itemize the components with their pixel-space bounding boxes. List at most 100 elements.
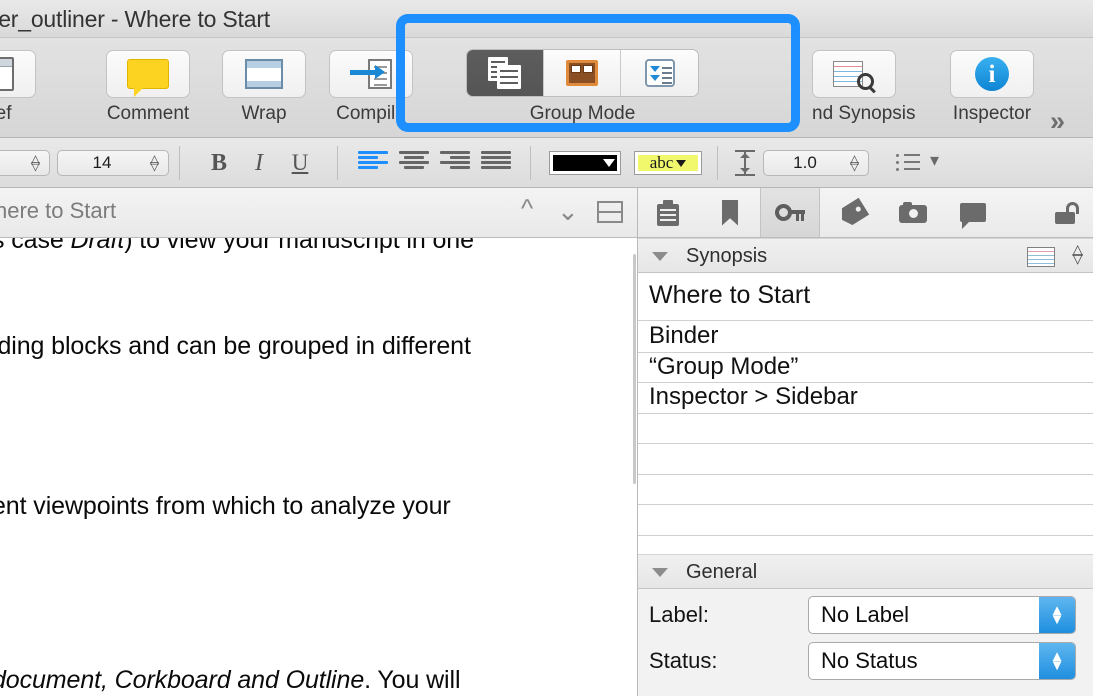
inspector-tab-metadata[interactable]	[760, 188, 820, 237]
inspector-tab-bookmarks[interactable]	[700, 188, 760, 237]
synopsis-text-line: Binder	[649, 322, 719, 349]
toolbar-item-inspector[interactable]: i Inspector	[950, 50, 1034, 125]
comment-bubble-icon	[960, 203, 986, 229]
align-justify-icon	[481, 151, 511, 171]
quickref-icon	[0, 57, 14, 91]
document-text-line: lding blocks and can be grouped in diffe…	[0, 332, 471, 360]
font-family-stepper-arrows[interactable]: △ ▽	[27, 153, 44, 173]
toolbar-item-find-synopsis[interactable]: nd Synopsis	[812, 50, 916, 125]
disclosure-triangle-icon[interactable]	[652, 568, 668, 577]
segment-outliner-view[interactable]	[621, 50, 698, 96]
index-card-icon[interactable]	[1027, 247, 1055, 267]
chevron-down-icon	[603, 159, 615, 167]
status-popup-button[interactable]: No Status ▲ ▼	[808, 642, 1076, 680]
segment-document-view[interactable]	[467, 50, 544, 96]
wrap-label: Wrap	[241, 103, 287, 124]
line-spacing-stepper[interactable]: 1.0 △ ▽	[763, 150, 869, 176]
document-text-line: document, Corkboard and Outline. You wil…	[0, 666, 461, 694]
compile-icon	[350, 59, 392, 89]
document-text-line: ent viewpoints from which to analyze you…	[0, 492, 451, 520]
inspector-tab-keywords[interactable]	[823, 188, 883, 237]
window-titlebar: ter_outliner - Where to Start	[0, 0, 1093, 38]
bullet-list-icon[interactable]	[896, 153, 920, 173]
label-popup-arrows[interactable]: ▲ ▼	[1039, 597, 1075, 633]
synopsis-text-area[interactable]: Binder “Group Mode” Inspector > Sidebar	[638, 321, 1093, 554]
line-spacing-stepper-arrows[interactable]: △ ▽	[846, 153, 863, 173]
disclosure-triangle-icon[interactable]	[652, 252, 668, 261]
outliner-icon	[644, 59, 675, 87]
font-size-stepper[interactable]: 14 △ ▽	[57, 150, 169, 176]
search-icon	[857, 73, 874, 90]
format-bar: △ ▽ 14 △ ▽ B I U abc 1.0 △ ▽ ▾	[0, 138, 1093, 188]
corkboard-icon	[566, 60, 598, 86]
underline-button[interactable]: U	[286, 149, 314, 177]
info-icon: i	[975, 57, 1009, 91]
inspector-label: Inspector	[952, 103, 1032, 124]
synopsis-rule-line	[638, 413, 1093, 414]
lock-icon	[1053, 201, 1079, 224]
label-popup-button[interactable]: No Label ▲ ▼	[808, 596, 1076, 634]
synopsis-rule-line	[638, 535, 1093, 536]
inspector-lock-toggle[interactable]	[1036, 188, 1093, 237]
format-divider-4	[717, 146, 718, 180]
bold-button[interactable]: B	[205, 149, 233, 177]
align-justify-button[interactable]	[481, 151, 511, 171]
highlight-color-swatch[interactable]: abc	[634, 151, 702, 175]
document-text-line: s case Draft) to view your manuscript in…	[0, 238, 474, 254]
notes-icon	[657, 199, 679, 226]
synopsis-section-header[interactable]: Synopsis △ ▽	[638, 238, 1093, 273]
synopsis-rule-line	[638, 443, 1093, 444]
wrap-button[interactable]	[222, 50, 306, 98]
comment-icon	[127, 59, 169, 97]
compile-button[interactable]	[329, 50, 413, 98]
inspector-button[interactable]: i	[950, 50, 1034, 98]
group-mode-label: Group Mode	[529, 103, 636, 124]
window-title: ter_outliner - Where to Start	[0, 6, 270, 32]
quickref-label: kRef	[0, 103, 12, 124]
align-right-icon	[440, 151, 470, 171]
find-synopsis-icon	[833, 59, 875, 90]
split-view-icon[interactable]	[597, 201, 623, 223]
highlight-sample-text: abc	[649, 153, 674, 172]
format-divider-2	[337, 146, 338, 180]
toolbar-overflow-button[interactable]: »	[1050, 106, 1065, 137]
toolbar-item-compile[interactable]: Compile	[329, 50, 413, 125]
inspector-tab-comments[interactable]	[943, 188, 1003, 237]
status-popup-arrows[interactable]: ▲ ▼	[1039, 643, 1075, 679]
key-icon	[775, 203, 805, 223]
editor-text-area[interactable]: s case Draft) to view your manuscript in…	[0, 238, 637, 696]
general-section-header[interactable]: General	[638, 554, 1093, 589]
segment-corkboard-view[interactable]	[544, 50, 621, 96]
list-chevron-down-icon[interactable]: ▾	[930, 150, 939, 171]
compile-arrow-shape	[350, 65, 385, 79]
italic-button[interactable]: I	[248, 149, 270, 177]
align-left-button[interactable]	[358, 151, 388, 171]
font-family-stepper[interactable]: △ ▽	[0, 150, 50, 176]
inspector-tab-bar	[638, 188, 1093, 238]
inspector-pane: Synopsis △ ▽ Where to Start Binder “Group …	[637, 188, 1093, 696]
synopsis-title-field[interactable]: Where to Start	[638, 273, 1093, 321]
group-mode-segmented-control[interactable]	[466, 49, 699, 97]
comment-label: Comment	[106, 103, 190, 124]
synopsis-title-value: Where to Start	[649, 281, 811, 309]
inspector-tab-notes[interactable]	[638, 188, 698, 237]
inspector-tab-snapshots[interactable]	[883, 188, 943, 237]
synopsis-mode-stepper[interactable]: △ ▽	[1072, 242, 1083, 265]
align-right-button[interactable]	[440, 151, 470, 171]
comment-button[interactable]	[106, 50, 190, 98]
chevron-up-icon[interactable]: ^	[521, 193, 533, 224]
quickref-button[interactable]	[0, 50, 36, 98]
align-center-button[interactable]	[399, 151, 429, 171]
chevron-down-icon[interactable]: ⌄	[557, 196, 579, 227]
editor-document-title: here to Start	[0, 198, 117, 223]
editor-scrollbar-thumb[interactable]	[633, 254, 636, 484]
toolbar-item-wrap[interactable]: Wrap	[222, 50, 306, 125]
toolbar-item-quickref[interactable]: kRef	[0, 50, 36, 125]
toolbar-item-group-mode[interactable]: Group Mode	[466, 49, 699, 125]
general-section-title: General	[686, 561, 758, 583]
font-size-stepper-arrows[interactable]: △ ▽	[146, 153, 163, 173]
find-synopsis-button[interactable]	[812, 50, 896, 98]
text-color-swatch[interactable]	[549, 151, 621, 175]
toolbar-item-comment[interactable]: Comment	[106, 50, 190, 125]
label-popup-value: No Label	[821, 602, 910, 627]
